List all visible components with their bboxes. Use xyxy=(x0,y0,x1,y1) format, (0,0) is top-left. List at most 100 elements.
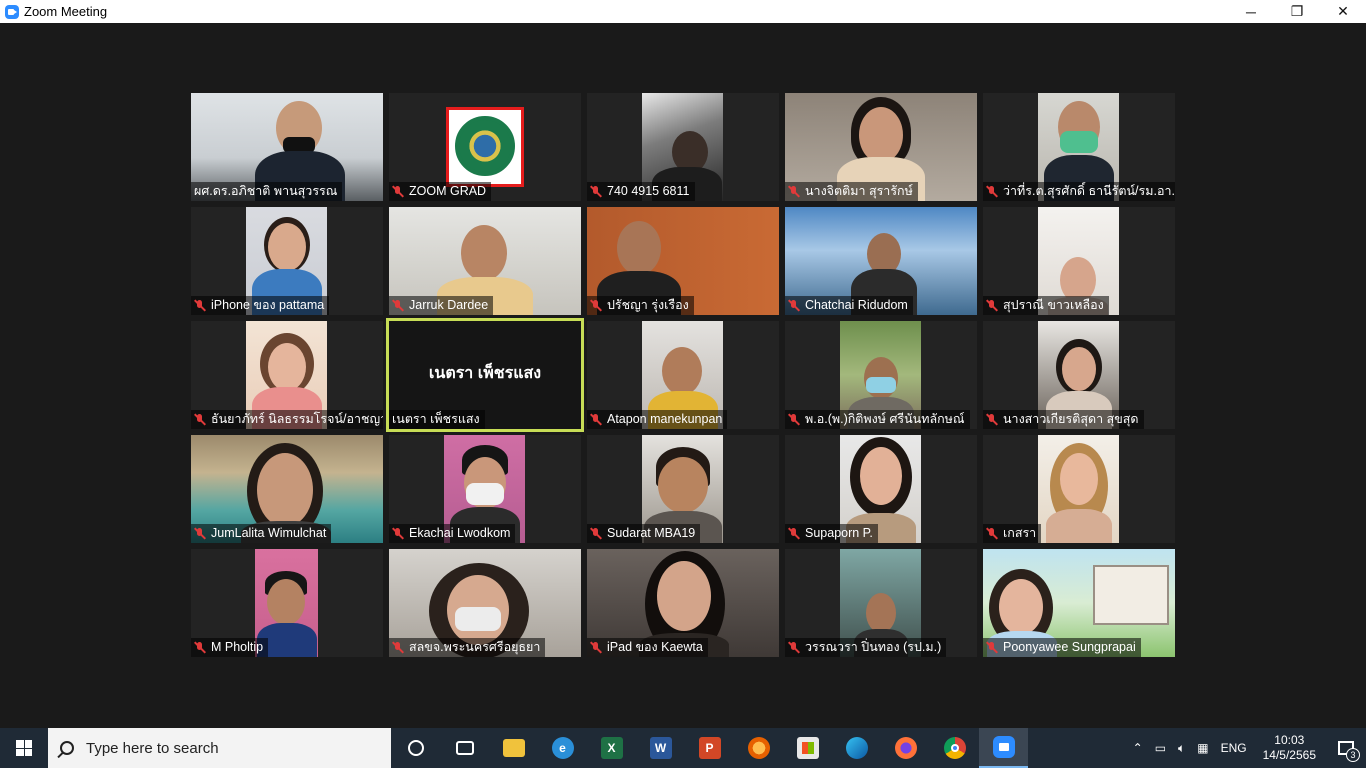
participant-tile[interactable]: JumLalita Wimulchat xyxy=(191,435,383,543)
participant-name: iPad ของ Kaewta xyxy=(587,638,708,657)
battery-icon[interactable]: ▭ xyxy=(1149,741,1172,755)
window-controls: ─ ❐ ✕ xyxy=(1228,0,1366,23)
edge-button[interactable] xyxy=(832,728,881,768)
mic-muted-icon xyxy=(392,641,404,654)
mic-muted-icon xyxy=(986,185,998,198)
participant-tile-active-speaker[interactable]: เนตรา เพ็ชรแสง เนตรา เพ็ชรแสง xyxy=(386,318,584,432)
participant-tile[interactable]: ผศ.ดร.อภิชาติ พานสุวรรณ xyxy=(191,93,383,201)
participant-tile[interactable]: ธันยาภัทร์ นิลธรรมโรจน์/อาชญา xyxy=(191,321,383,429)
zoom-app-icon xyxy=(5,4,19,19)
participant-tile[interactable]: นางจิตติมา สุรารักษ์ xyxy=(785,93,977,201)
firefox-icon xyxy=(894,737,917,759)
participant-tile[interactable]: Jarruk Dardee xyxy=(389,207,581,315)
participant-tile[interactable]: ว่าที่ร.ต.สุรศักดิ์ ธานีรัตน์/รม.อา... xyxy=(983,93,1175,201)
firefox-icon xyxy=(747,737,770,759)
zoom-taskbar-button[interactable] xyxy=(979,728,1028,768)
notification-count: 3 xyxy=(1346,748,1360,762)
participant-tile[interactable]: พ.อ.(พ.)กิติพงษ์ ศรีนันทลักษณ์ xyxy=(785,321,977,429)
action-center-button[interactable]: 3 xyxy=(1326,728,1366,768)
mic-muted-icon xyxy=(194,299,206,312)
participant-display-name: เนตรา เพ็ชรแสง xyxy=(428,365,542,382)
participant-name: นางจิตติมา สุรารักษ์ xyxy=(785,182,918,201)
language-indicator[interactable]: ENG xyxy=(1215,741,1253,755)
mic-muted-icon xyxy=(590,299,602,312)
participant-tile[interactable]: Supaporn P. xyxy=(785,435,977,543)
word-button[interactable]: W xyxy=(636,728,685,768)
participant-tile[interactable]: iPhone ของ pattama xyxy=(191,207,383,315)
network-icon[interactable]: ▦ xyxy=(1191,741,1214,755)
powerpoint-icon: P xyxy=(698,737,721,759)
participant-tile[interactable]: สุปราณี ขาวเหลือง xyxy=(983,207,1175,315)
participant-name: Atapon manekunpan xyxy=(587,410,728,429)
participant-tile[interactable]: ZOOM GRAD xyxy=(389,93,581,201)
start-button[interactable] xyxy=(0,728,48,768)
participant-tile[interactable]: 740 4915 6811 xyxy=(587,93,779,201)
participant-name: วรรณวรา ปิ่นทอง (รป.ม.) xyxy=(785,638,947,657)
participant-name: iPhone ของ pattama xyxy=(191,296,330,315)
chrome-button[interactable] xyxy=(930,728,979,768)
participant-name: Supaporn P. xyxy=(785,524,878,543)
participant-tile[interactable]: นางสาวเกียรติสุดา สุขสุด xyxy=(983,321,1175,429)
task-view-button[interactable] xyxy=(440,728,489,768)
task-view-icon xyxy=(455,741,474,755)
participant-tile[interactable]: Ekachai Lwodkom xyxy=(389,435,581,543)
window-title: Zoom Meeting xyxy=(24,4,108,19)
folder-icon xyxy=(502,739,525,757)
participant-tile[interactable]: สลขจ.พระนครศรีอยุธยา xyxy=(389,549,581,657)
microsoft-store-button[interactable] xyxy=(783,728,832,768)
participant-tile[interactable]: Sudarat MBA19 xyxy=(587,435,779,543)
clock[interactable]: 10:03 14/5/2565 xyxy=(1253,733,1326,763)
edge-icon xyxy=(845,737,868,759)
minimize-button[interactable]: ─ xyxy=(1228,0,1274,23)
mic-muted-icon xyxy=(392,527,404,540)
powerpoint-button[interactable]: P xyxy=(685,728,734,768)
internet-explorer-button[interactable]: e xyxy=(538,728,587,768)
title-bar: Zoom Meeting ─ ❐ ✕ xyxy=(0,0,1366,23)
participant-name: เกสรา xyxy=(983,524,1042,543)
volume-icon[interactable]: 🔈︎ xyxy=(1172,741,1191,756)
mic-muted-icon xyxy=(788,299,800,312)
participant-tile[interactable]: เกสรา xyxy=(983,435,1175,543)
participant-tile[interactable]: Chatchai Ridudom xyxy=(785,207,977,315)
windows-logo-icon xyxy=(16,740,32,756)
university-logo xyxy=(446,107,524,187)
clock-time: 10:03 xyxy=(1274,733,1305,747)
zoom-icon xyxy=(992,736,1015,758)
excel-button[interactable]: X xyxy=(587,728,636,768)
excel-icon: X xyxy=(600,737,623,759)
mic-muted-icon xyxy=(194,527,206,540)
participant-tile[interactable]: iPad ของ Kaewta xyxy=(587,549,779,657)
internet-explorer-icon: e xyxy=(551,737,574,759)
restore-button[interactable]: ❐ xyxy=(1274,0,1320,23)
cortana-button[interactable] xyxy=(391,728,440,768)
participant-tile[interactable]: Poonyawee Sungprapai xyxy=(983,549,1175,657)
participant-tile[interactable]: วรรณวรา ปิ่นทอง (รป.ม.) xyxy=(785,549,977,657)
search-placeholder: Type here to search xyxy=(86,739,219,757)
participant-name: 740 4915 6811 xyxy=(587,182,695,201)
participant-name: นางสาวเกียรติสุดา สุขสุด xyxy=(983,410,1144,429)
firefox-button-2[interactable] xyxy=(881,728,930,768)
search-icon xyxy=(60,741,74,755)
windows-taskbar: Type here to search e X W P ⌃ ▭ 🔈︎ ▦ ENG… xyxy=(0,728,1366,768)
file-explorer-button[interactable] xyxy=(489,728,538,768)
participant-tile[interactable]: ปรัชญา รุ่งเรือง xyxy=(587,207,779,315)
taskbar-search-box[interactable]: Type here to search xyxy=(48,728,391,768)
close-button[interactable]: ✕ xyxy=(1320,0,1366,23)
participant-name: JumLalita Wimulchat xyxy=(191,524,332,543)
mic-muted-icon xyxy=(788,413,800,426)
mic-muted-icon xyxy=(590,185,602,198)
cortana-icon xyxy=(407,740,424,756)
show-hidden-icons-chevron-up-icon[interactable]: ⌃ xyxy=(1127,741,1149,755)
mic-muted-icon xyxy=(194,641,206,654)
participant-name: Sudarat MBA19 xyxy=(587,524,701,543)
participant-tile[interactable]: Atapon manekunpan xyxy=(587,321,779,429)
participant-name: Poonyawee Sungprapai xyxy=(983,638,1141,657)
store-icon xyxy=(796,737,819,759)
mic-muted-icon xyxy=(392,299,404,312)
mic-muted-icon xyxy=(986,527,998,540)
firefox-button[interactable] xyxy=(734,728,783,768)
mic-muted-icon xyxy=(986,413,998,426)
participant-name: ผศ.ดร.อภิชาติ พานสุวรรณ xyxy=(191,182,343,201)
participant-tile[interactable]: M Pholtip xyxy=(191,549,383,657)
mic-muted-icon xyxy=(590,527,602,540)
